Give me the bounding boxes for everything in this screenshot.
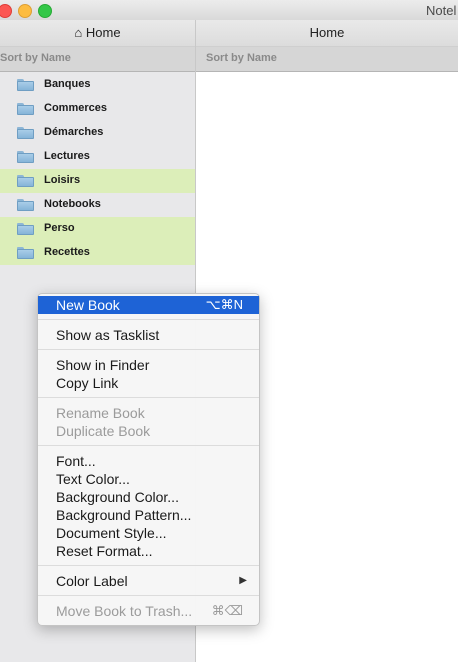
- menu-item-move-to-trash[interactable]: Move Book to Trash... ⌘⌫: [38, 602, 259, 620]
- list-item-label: Lectures: [44, 150, 90, 162]
- list-item-commerces[interactable]: Commerces: [0, 97, 195, 121]
- list-item-recettes[interactable]: Recettes: [0, 241, 195, 265]
- list-item-label: Démarches: [44, 126, 104, 138]
- list-item-demarches[interactable]: Démarches: [0, 121, 195, 145]
- folder-icon: [17, 247, 34, 259]
- list-item-label: Perso: [44, 222, 75, 234]
- submenu-arrow-icon: ▶: [239, 575, 247, 586]
- menu-item-background-color[interactable]: Background Color...: [38, 488, 259, 506]
- sidebar-header[interactable]: ⌂ Home: [0, 20, 195, 46]
- content-sort-label[interactable]: Sort by Name: [196, 46, 458, 72]
- menu-separator: [38, 319, 259, 320]
- notebook-list: Banques Commerces Démarches Lectures Loi…: [0, 73, 195, 265]
- menu-item-new-book[interactable]: New Book ⌥⌘N: [38, 296, 259, 314]
- folder-icon: [17, 199, 34, 211]
- list-item-label: Loisirs: [44, 174, 81, 186]
- list-item-loisirs[interactable]: Loisirs: [0, 169, 195, 193]
- menu-item-label: Color Label: [56, 573, 128, 589]
- menu-separator: [38, 595, 259, 596]
- menu-item-rename-book[interactable]: Rename Book: [38, 404, 259, 422]
- folder-icon: [17, 79, 34, 91]
- menu-item-reset-format[interactable]: Reset Format...: [38, 542, 259, 560]
- menu-item-background-pattern[interactable]: Background Pattern...: [38, 506, 259, 524]
- menu-item-duplicate-book[interactable]: Duplicate Book: [38, 422, 259, 440]
- shortcut-label: ⌘⌫: [211, 603, 243, 618]
- list-item-label: Recettes: [44, 246, 90, 258]
- menu-separator: [38, 349, 259, 350]
- list-item-banques[interactable]: Banques: [0, 73, 195, 97]
- menu-item-text-color[interactable]: Text Color...: [38, 470, 259, 488]
- list-item-notebooks[interactable]: Notebooks: [0, 193, 195, 217]
- folder-icon: [17, 151, 34, 163]
- menu-separator: [38, 445, 259, 446]
- menu-item-show-as-tasklist[interactable]: Show as Tasklist: [38, 326, 259, 344]
- menu-item-font[interactable]: Font...: [38, 452, 259, 470]
- menu-item-label: Move Book to Trash...: [56, 603, 193, 619]
- list-item-perso[interactable]: Perso: [0, 217, 195, 241]
- list-item-label: Banques: [44, 78, 91, 90]
- list-item-label: Commerces: [44, 102, 107, 114]
- zoom-window-button[interactable]: [38, 4, 52, 18]
- window-title: Notel: [426, 3, 457, 18]
- menu-separator: [38, 397, 259, 398]
- list-item-lectures[interactable]: Lectures: [0, 145, 195, 169]
- list-item-label: Notebooks: [44, 198, 101, 210]
- menu-separator: [38, 565, 259, 566]
- context-menu: New Book ⌥⌘N Show as Tasklist Show in Fi…: [37, 293, 260, 626]
- title-bar: Notel: [0, 0, 458, 21]
- shortcut-label: ⌥⌘N: [205, 297, 243, 312]
- menu-item-label: New Book: [56, 297, 120, 313]
- minimize-window-button[interactable]: [18, 4, 32, 18]
- menu-item-show-in-finder[interactable]: Show in Finder: [38, 356, 259, 374]
- menu-item-color-label[interactable]: Color Label ▶: [38, 572, 259, 590]
- menu-item-copy-link[interactable]: Copy Link: [38, 374, 259, 392]
- folder-icon: [17, 175, 34, 187]
- folder-icon: [17, 103, 34, 115]
- close-window-button[interactable]: [0, 4, 12, 18]
- folder-icon: [17, 127, 34, 139]
- menu-item-document-style[interactable]: Document Style...: [38, 524, 259, 542]
- content-header[interactable]: Home: [196, 20, 458, 46]
- sidebar-sort-label[interactable]: Sort by Name: [0, 46, 195, 72]
- folder-icon: [17, 223, 34, 235]
